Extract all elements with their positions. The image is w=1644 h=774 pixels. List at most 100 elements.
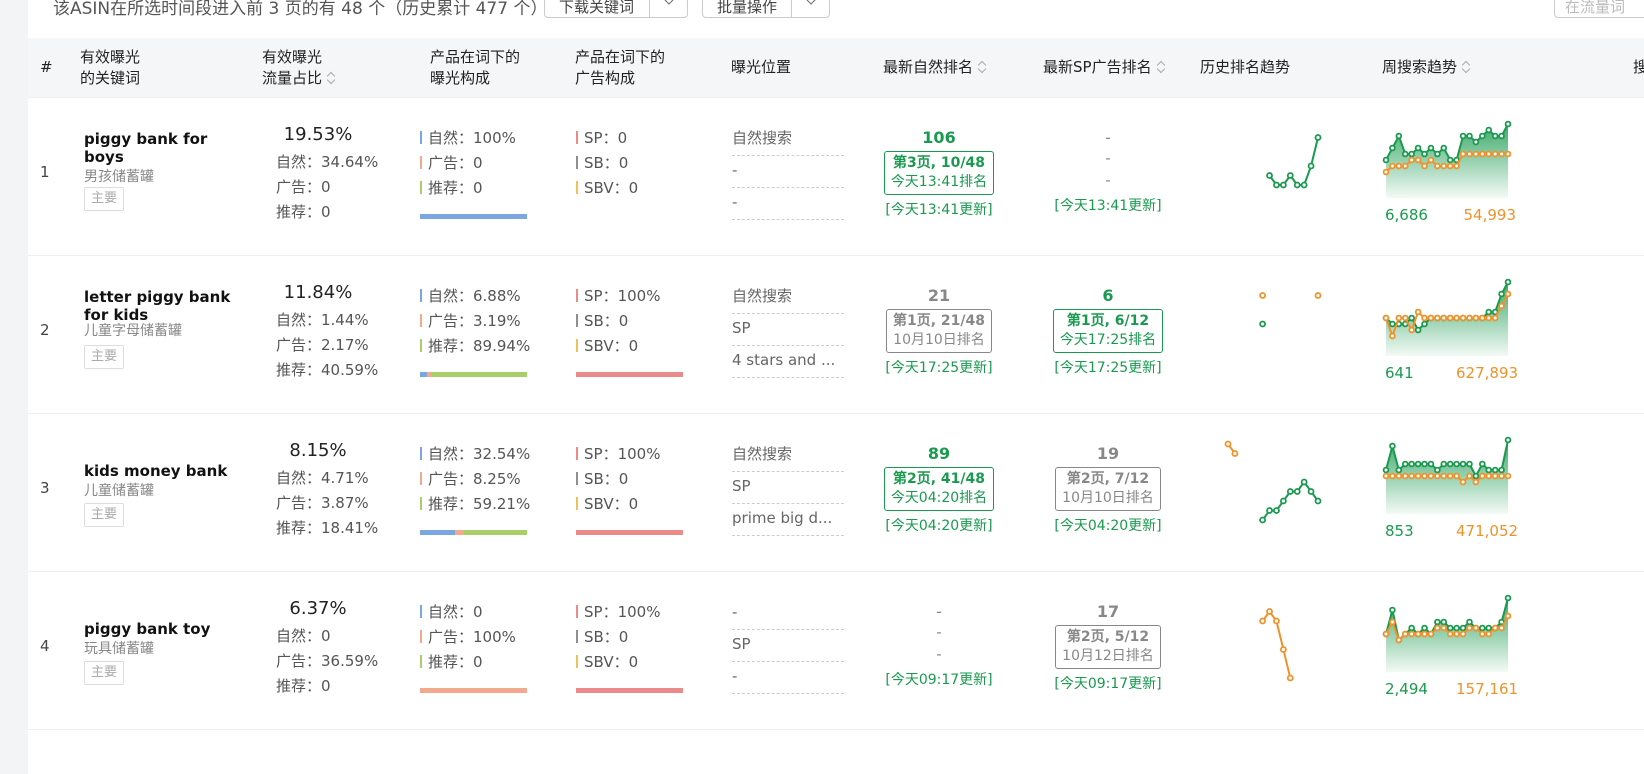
exposure-stack-bar [420,530,527,535]
exposure-natural: 自然：32.54% [420,442,530,467]
series-point [1408,460,1415,468]
series-point [1440,144,1448,152]
series-point [1421,320,1428,328]
series-point [1414,156,1422,164]
sort-icon[interactable] [1157,60,1166,74]
header-keyword-line2: 的关键词 [80,69,141,87]
series-point [1224,440,1232,448]
download-keywords-button[interactable]: 下载关键词 [544,0,688,18]
series-point [1446,472,1454,480]
rank-updated-time: [今天13:41更新] [885,202,993,218]
share-rec: 推荐：40.59% [276,361,379,379]
legend-marker [576,605,578,618]
rank-page: 第3页, 10/48 [892,155,985,171]
series-point [1491,466,1499,474]
position-2: SP [732,630,844,662]
legend-marker [576,131,578,144]
sort-icon[interactable] [327,71,336,85]
series-point [1459,460,1467,468]
series-point [1504,594,1512,602]
series-point [1491,314,1499,322]
ad-sp: SP：0 [576,126,683,151]
legend-marker [576,156,578,169]
share-natural: 自然：34.64% [276,153,379,171]
series-point [1401,150,1409,158]
series-point [1479,472,1486,480]
series-point [1440,618,1448,626]
weekly-high-value: 157,161 [1456,680,1519,698]
keyword-text[interactable]: letter piggy bank for kids [84,288,252,324]
rank-value: 89 [927,444,951,463]
table-row[interactable]: 3 kids money bank 儿童储蓄罐 主要 8.15% 自然：4.71… [28,414,1644,572]
series-point [1479,624,1486,632]
legend-marker [420,497,422,510]
series-point [1434,466,1441,474]
sort-icon[interactable] [978,60,987,74]
sp-rank-cell: 6 第1页, 6/12 今天17:25排名 [今天17:25更新] [1048,286,1168,377]
exposure-rec-text: 推荐：89.94% [428,337,531,355]
series-point [1414,630,1422,638]
series-point [1459,630,1467,638]
keyword-text[interactable]: piggy bank toy [84,620,252,638]
series-point [1459,624,1467,632]
keyword-text[interactable]: kids money bank [84,462,252,480]
position-3: 4 stars and ... [732,346,844,378]
series-point [1504,150,1512,158]
chevron-down-icon[interactable] [791,0,831,17]
series-point [1485,308,1493,316]
series-point [1266,608,1273,615]
share-total: 6.37% [289,598,347,619]
ad-sbv-text: SBV：0 [584,179,639,197]
share-natural: 自然：0 [276,627,331,645]
rank-updated-time: [今天04:20更新] [1054,518,1162,534]
rank-placeholder: - [936,645,942,663]
series-point [1266,507,1273,514]
sort-icon[interactable] [1462,60,1471,74]
table-row[interactable]: 1 piggy bank for boys 男孩储蓄罐 主要 19.53% 自然… [28,98,1644,256]
header-natural-rank-label: 最新自然排名 [883,58,974,76]
share-rec: 推荐：18.41% [276,519,379,537]
rank-time: 今天13:41排名 [890,174,988,190]
series-point [1459,150,1467,158]
exposure-composition: 自然：6.88% 广告：3.19% 推荐：89.94% [420,284,530,377]
table-row[interactable]: 2 letter piggy bank for kids 儿童字母储蓄罐 主要 … [28,256,1644,414]
header-share[interactable]: 有效曝光 流量占比 [262,47,336,89]
series-point [1389,606,1396,614]
series-point [1485,466,1493,474]
batch-actions-button[interactable]: 批量操作 [702,0,830,18]
legend-marker [420,630,422,643]
series-point [1266,172,1273,179]
series-point [1300,181,1308,189]
series-point [1434,618,1441,626]
series-point [1479,132,1486,140]
rank-updated-time: [今天17:25更新] [885,360,993,376]
header-natural-rank[interactable]: 最新自然排名 [883,57,987,78]
share-ad: 广告：2.17% [276,336,369,354]
series-point [1485,126,1493,134]
rank-page: 第1页, 6/12 [1066,313,1150,329]
rank-updated-time: [今天13:41更新] [1054,198,1162,214]
position-2: SP [732,314,844,346]
keyword-text[interactable]: piggy bank for boys [84,130,252,166]
exposure-rec: 推荐：0 [420,650,527,675]
keyword-search-input[interactable]: 在流量词 [1554,0,1644,18]
series-point [1446,630,1454,638]
exposure-composition: 自然：32.54% 广告：8.25% 推荐：59.21% [420,442,530,535]
header-weekly[interactable]: 周搜索趋势 [1382,57,1471,78]
series-point [1440,472,1448,480]
header-sp-rank[interactable]: 最新SP广告排名 [1043,57,1166,78]
header-index: # [40,58,53,76]
rank-page: 第2页, 5/12 [1066,629,1150,645]
exposure-natural: 自然：0 [420,600,527,625]
series-point [1273,617,1280,625]
series-point [1466,624,1473,632]
toolbar: 该ASIN在所选时间段进入前 3 页的有 48 个（历史累计 477 个） 下载… [28,0,1644,38]
share-breakdown: 自然：1.44% 广告：2.17% 推荐：40.59% [276,308,378,383]
ad-sb-text: SB：0 [584,628,629,646]
series-point [1421,460,1428,468]
exposure-ad-text: 广告：3.19% [428,312,521,330]
keyword-translation: 玩具储蓄罐 [84,641,154,657]
table-row[interactable]: 4 piggy bank toy 玩具储蓄罐 主要 6.37% 自然：0 广告：… [28,572,1644,730]
series-point [1408,156,1415,164]
chevron-down-icon[interactable] [649,0,689,17]
